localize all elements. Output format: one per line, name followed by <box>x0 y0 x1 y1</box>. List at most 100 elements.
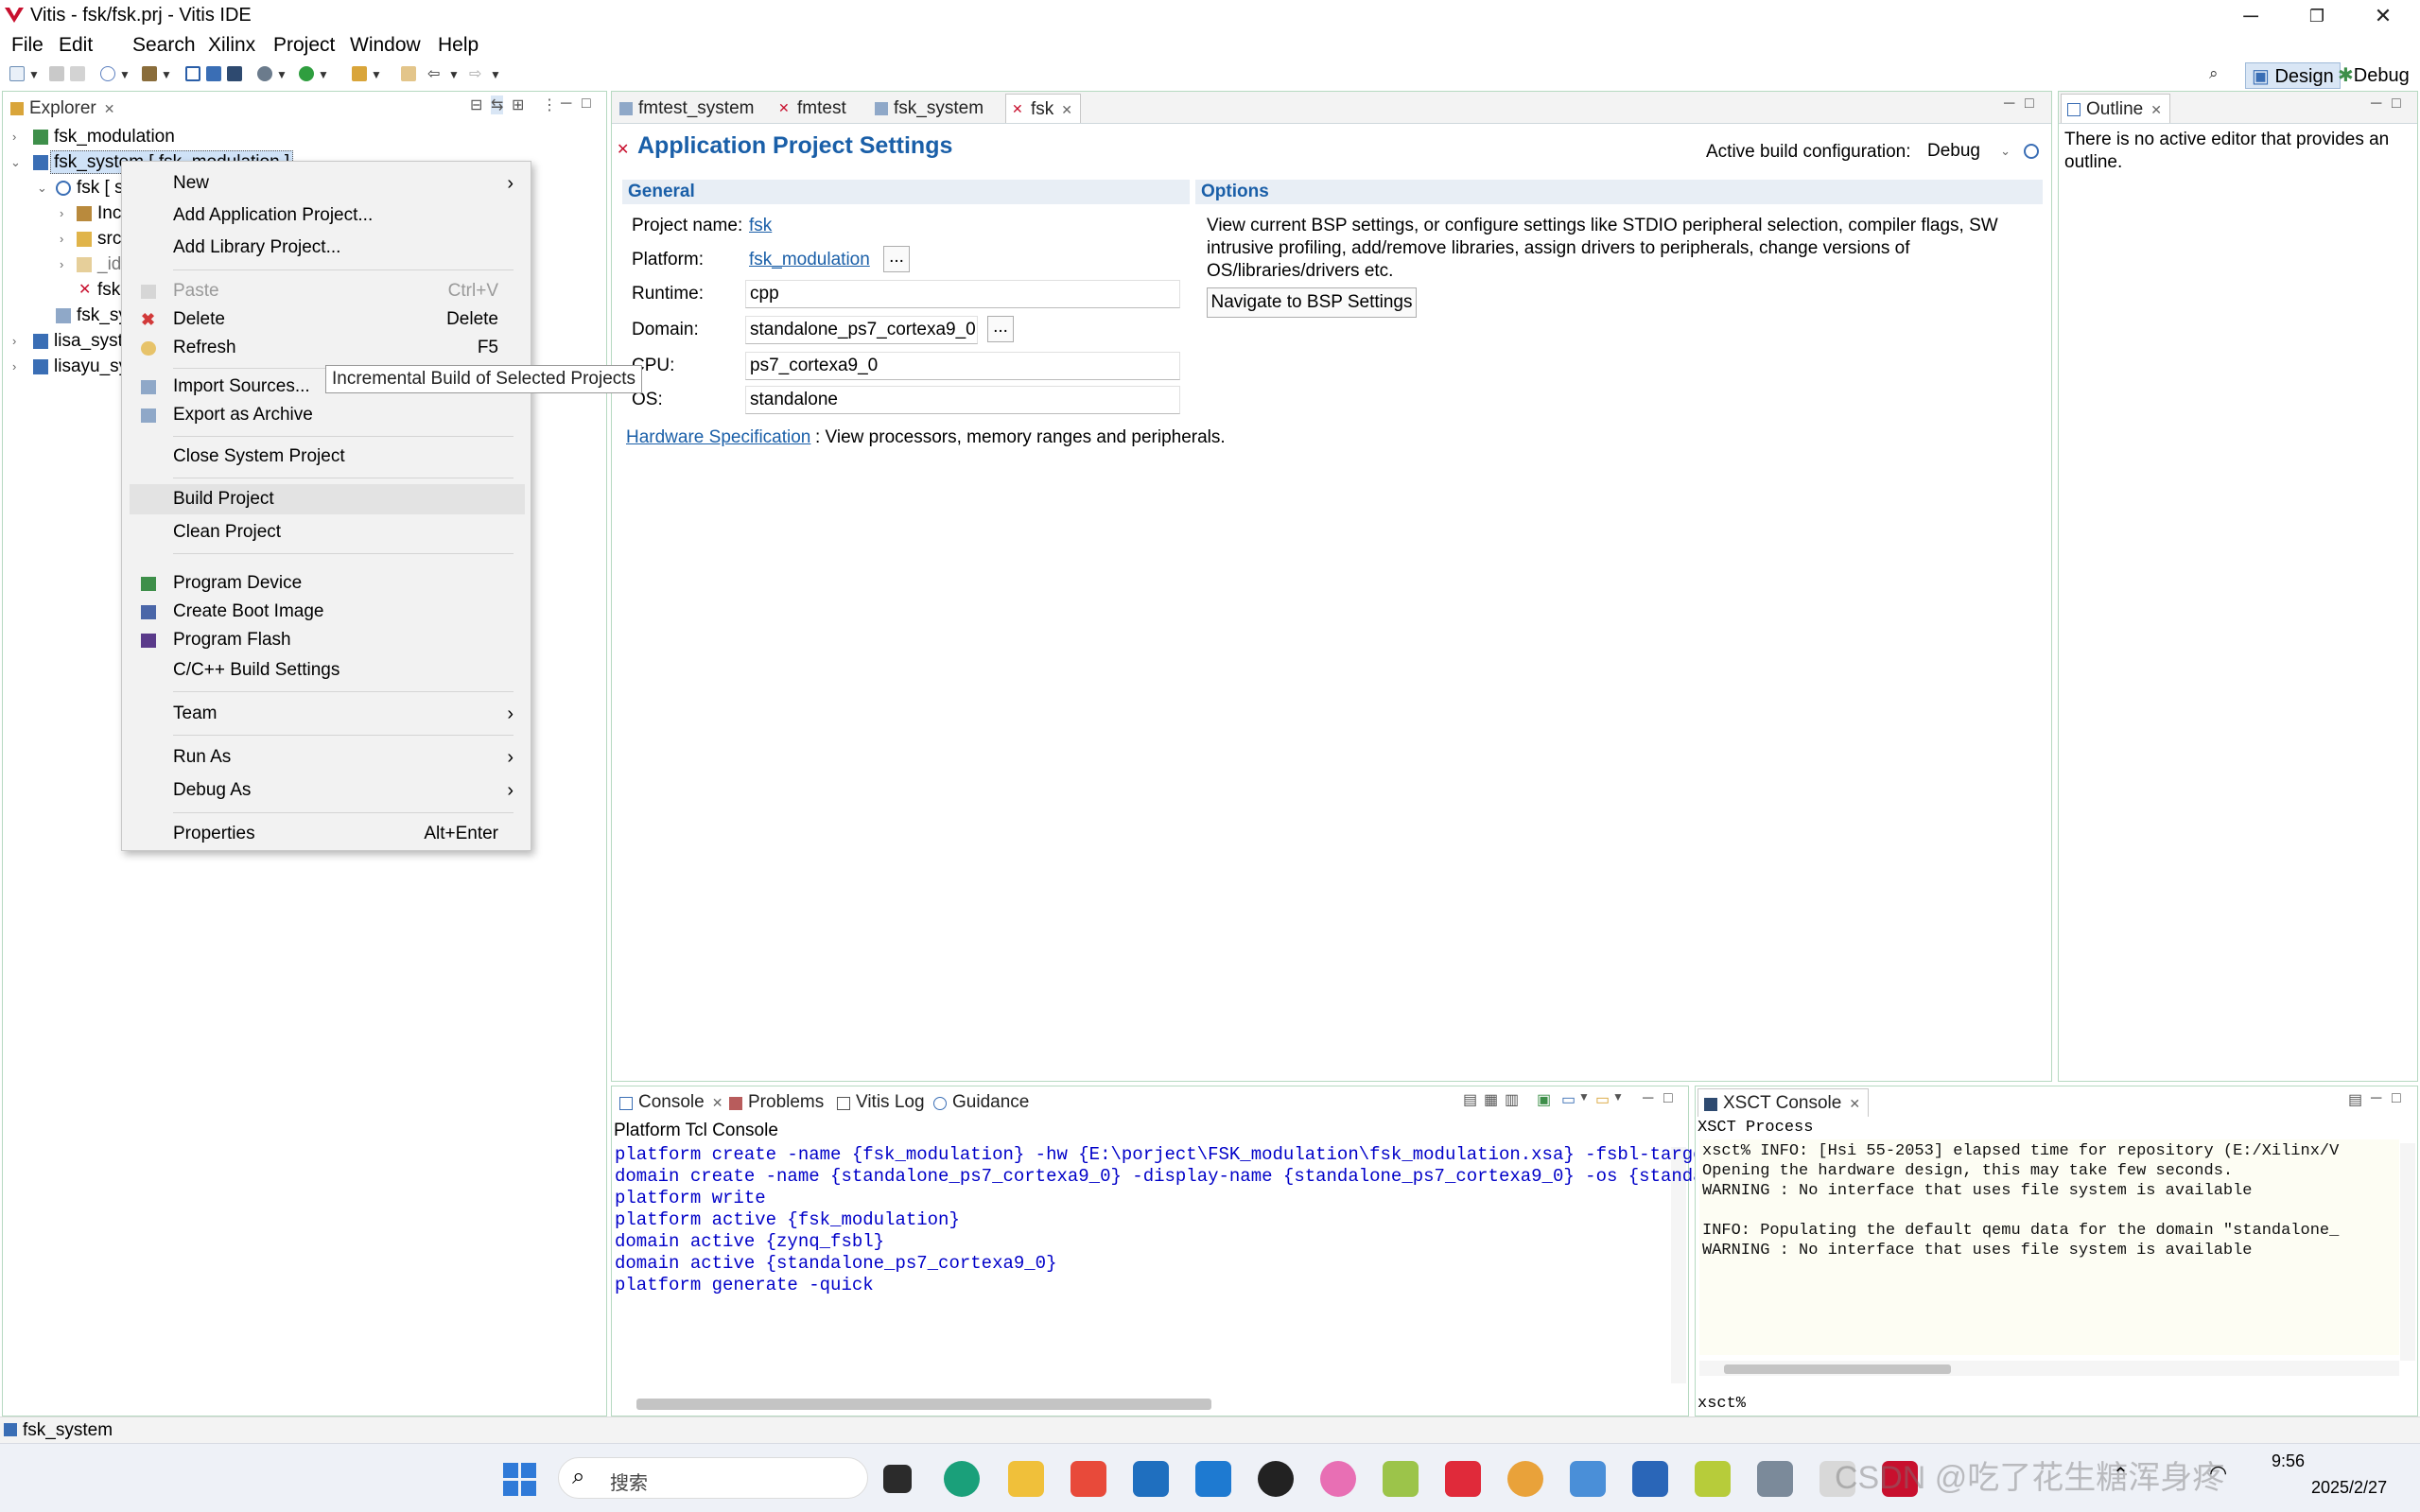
chevron-up-icon[interactable]: ⌃ <box>2113 1463 2129 1486</box>
xsct-prompt[interactable]: xsct% <box>1697 1395 1746 1413</box>
tab-problems[interactable]: Problems <box>723 1088 831 1117</box>
pin-console-icon[interactable]: ▣ <box>1537 1090 1551 1109</box>
expand-arrow-icon[interactable]: › <box>60 200 63 226</box>
collapse-all-icon[interactable]: ⊟ <box>470 96 482 114</box>
maximize-view-icon[interactable]: □ <box>582 96 591 113</box>
console-hscrollbar[interactable] <box>636 1399 1211 1410</box>
menu-item-add-library[interactable]: Add Library Project... <box>122 233 531 263</box>
menu-window[interactable]: Window <box>350 34 421 57</box>
vitis-hls-icon[interactable] <box>1695 1461 1731 1497</box>
menu-search[interactable]: Search <box>132 34 196 57</box>
menu-item-debug-as[interactable]: Debug As › <box>122 775 531 806</box>
vscode-icon[interactable] <box>1195 1461 1231 1497</box>
nav-icon[interactable] <box>401 66 416 81</box>
wps-icon[interactable] <box>1071 1461 1106 1497</box>
expand-arrow-icon[interactable]: › <box>60 226 63 252</box>
menu-item-delete[interactable]: ✖ Delete Delete <box>122 304 531 335</box>
xsct-hscrollbar[interactable] <box>1724 1364 1951 1374</box>
display-console-icon[interactable]: ▭ <box>1561 1090 1576 1109</box>
domain-browse-button[interactable]: ... <box>987 316 1014 342</box>
maximize-view-icon[interactable]: □ <box>1663 1090 1673 1107</box>
minimize-view-icon[interactable]: ─ <box>2004 96 2014 113</box>
close-button[interactable]: ✕ <box>2350 0 2416 32</box>
tab-console[interactable]: Console ✕ <box>614 1088 731 1117</box>
expand-arrow-icon[interactable]: › <box>12 124 16 149</box>
platform-link[interactable]: fsk_modulation <box>749 250 870 270</box>
mail-icon[interactable] <box>1632 1461 1668 1497</box>
tab-outline[interactable]: Outline ✕ <box>2061 94 2170 123</box>
menu-item-new[interactable]: New › <box>122 168 531 199</box>
cpu-field[interactable]: ps7_cortexa9_0 <box>745 352 1180 380</box>
tab-fsk[interactable]: ✕ fsk ✕ <box>1005 94 1082 123</box>
wifi-icon[interactable]: ◠ <box>2209 1461 2227 1486</box>
target-dropdown-icon[interactable]: ▼ <box>119 68 131 81</box>
minimize-button[interactable]: ─ <box>2218 0 2284 32</box>
vivado-icon[interactable] <box>1383 1461 1419 1497</box>
maximize-view-icon[interactable]: □ <box>2025 96 2034 113</box>
design-perspective-button[interactable]: ▣ Design <box>2245 62 2341 89</box>
menu-item-refresh[interactable]: Refresh F5 <box>122 333 531 363</box>
menu-item-close-system-project[interactable]: Close System Project <box>122 442 531 472</box>
clock-date[interactable]: 2025/2/27 <box>2311 1478 2387 1498</box>
close-icon[interactable]: ✕ <box>104 101 115 116</box>
minimize-view-icon[interactable]: ─ <box>561 96 571 113</box>
menu-item-add-application[interactable]: Add Application Project... <box>122 200 531 231</box>
debug-perspective-button[interactable]: ✱Debug <box>2332 62 2415 89</box>
monitor-icon[interactable] <box>227 66 242 81</box>
menu-item-export-archive[interactable]: Export as Archive <box>122 400 531 430</box>
display-dropdown-icon[interactable]: ▼ <box>1578 1090 1590 1104</box>
menu-item-run-as[interactable]: Run As › <box>122 742 531 773</box>
store-icon[interactable] <box>1133 1461 1169 1497</box>
back-dropdown-icon[interactable]: ▼ <box>448 68 460 81</box>
filter-icon[interactable]: ⊞ <box>512 96 524 114</box>
tab-guidance[interactable]: Guidance <box>928 1088 1036 1117</box>
tab-fmtest[interactable]: ✕ fmtest <box>773 94 854 123</box>
minimize-view-icon[interactable]: ─ <box>2371 96 2381 113</box>
flower-app-icon[interactable] <box>1507 1461 1543 1497</box>
maximize-button[interactable]: ❐ <box>2284 0 2350 32</box>
debug-icon[interactable] <box>257 66 272 81</box>
cloud-app-icon[interactable] <box>1570 1461 1606 1497</box>
word-wrap-icon[interactable]: ▥ <box>1505 1090 1519 1109</box>
expand-arrow-icon[interactable]: › <box>12 354 16 379</box>
new-dropdown-icon[interactable]: ▼ <box>28 68 40 81</box>
build-config-select[interactable]: Debug ⌄ <box>1922 138 2016 165</box>
maximize-view-icon[interactable]: □ <box>2392 96 2401 113</box>
tab-xsct-console[interactable]: XSCT Console ✕ <box>1697 1088 1870 1117</box>
project-name-link[interactable]: fsk <box>749 216 772 236</box>
qq-icon[interactable] <box>1258 1461 1294 1497</box>
clock-time[interactable]: 9:56 <box>2272 1451 2305 1471</box>
edge-icon[interactable] <box>944 1461 980 1497</box>
target-icon[interactable] <box>100 66 115 81</box>
run-icon[interactable] <box>299 66 314 81</box>
menu-item-team[interactable]: Team › <box>122 699 531 729</box>
save-icon[interactable] <box>49 66 64 81</box>
open-dropdown-icon[interactable]: ▼ <box>1612 1090 1624 1104</box>
platform-browse-button[interactable]: ... <box>883 246 910 272</box>
menu-edit[interactable]: Edit <box>59 34 93 57</box>
collapse-arrow-icon[interactable]: ⌄ <box>10 149 21 175</box>
tab-explorer[interactable]: Explorer ✕ <box>5 94 122 123</box>
menu-help[interactable]: Help <box>438 34 479 57</box>
close-icon[interactable]: ✕ <box>1849 1096 1860 1111</box>
expand-arrow-icon[interactable]: › <box>60 252 63 277</box>
tab-fsk-system[interactable]: fsk_system <box>869 94 991 123</box>
menu-file[interactable]: File <box>11 34 44 57</box>
manage-config-icon[interactable] <box>2024 144 2039 159</box>
menu-item-create-boot-image[interactable]: Create Boot Image <box>122 597 531 627</box>
program-icon[interactable] <box>206 66 221 81</box>
menu-item-program-flash[interactable]: Program Flash <box>122 625 531 655</box>
menu-item-program-device[interactable]: Program Device <box>122 568 531 599</box>
run-dropdown-icon[interactable]: ▼ <box>318 68 329 81</box>
menu-project[interactable]: Project <box>273 34 335 57</box>
build-dropdown-icon[interactable]: ▼ <box>161 68 172 81</box>
tab-vitis-log[interactable]: Vitis Log <box>831 1088 932 1117</box>
debug-dropdown-icon[interactable]: ▼ <box>276 68 287 81</box>
clear-xsct-icon[interactable]: ▤ <box>2348 1090 2362 1109</box>
new-icon[interactable] <box>9 66 25 81</box>
close-icon[interactable]: ✕ <box>1061 102 1072 117</box>
minimize-view-icon[interactable]: ─ <box>2371 1090 2381 1107</box>
menu-item-build-settings[interactable]: C/C++ Build Settings <box>122 655 531 686</box>
youdao-icon[interactable] <box>1445 1461 1481 1497</box>
tab-fmtest-system[interactable]: fmtest_system <box>614 94 761 123</box>
